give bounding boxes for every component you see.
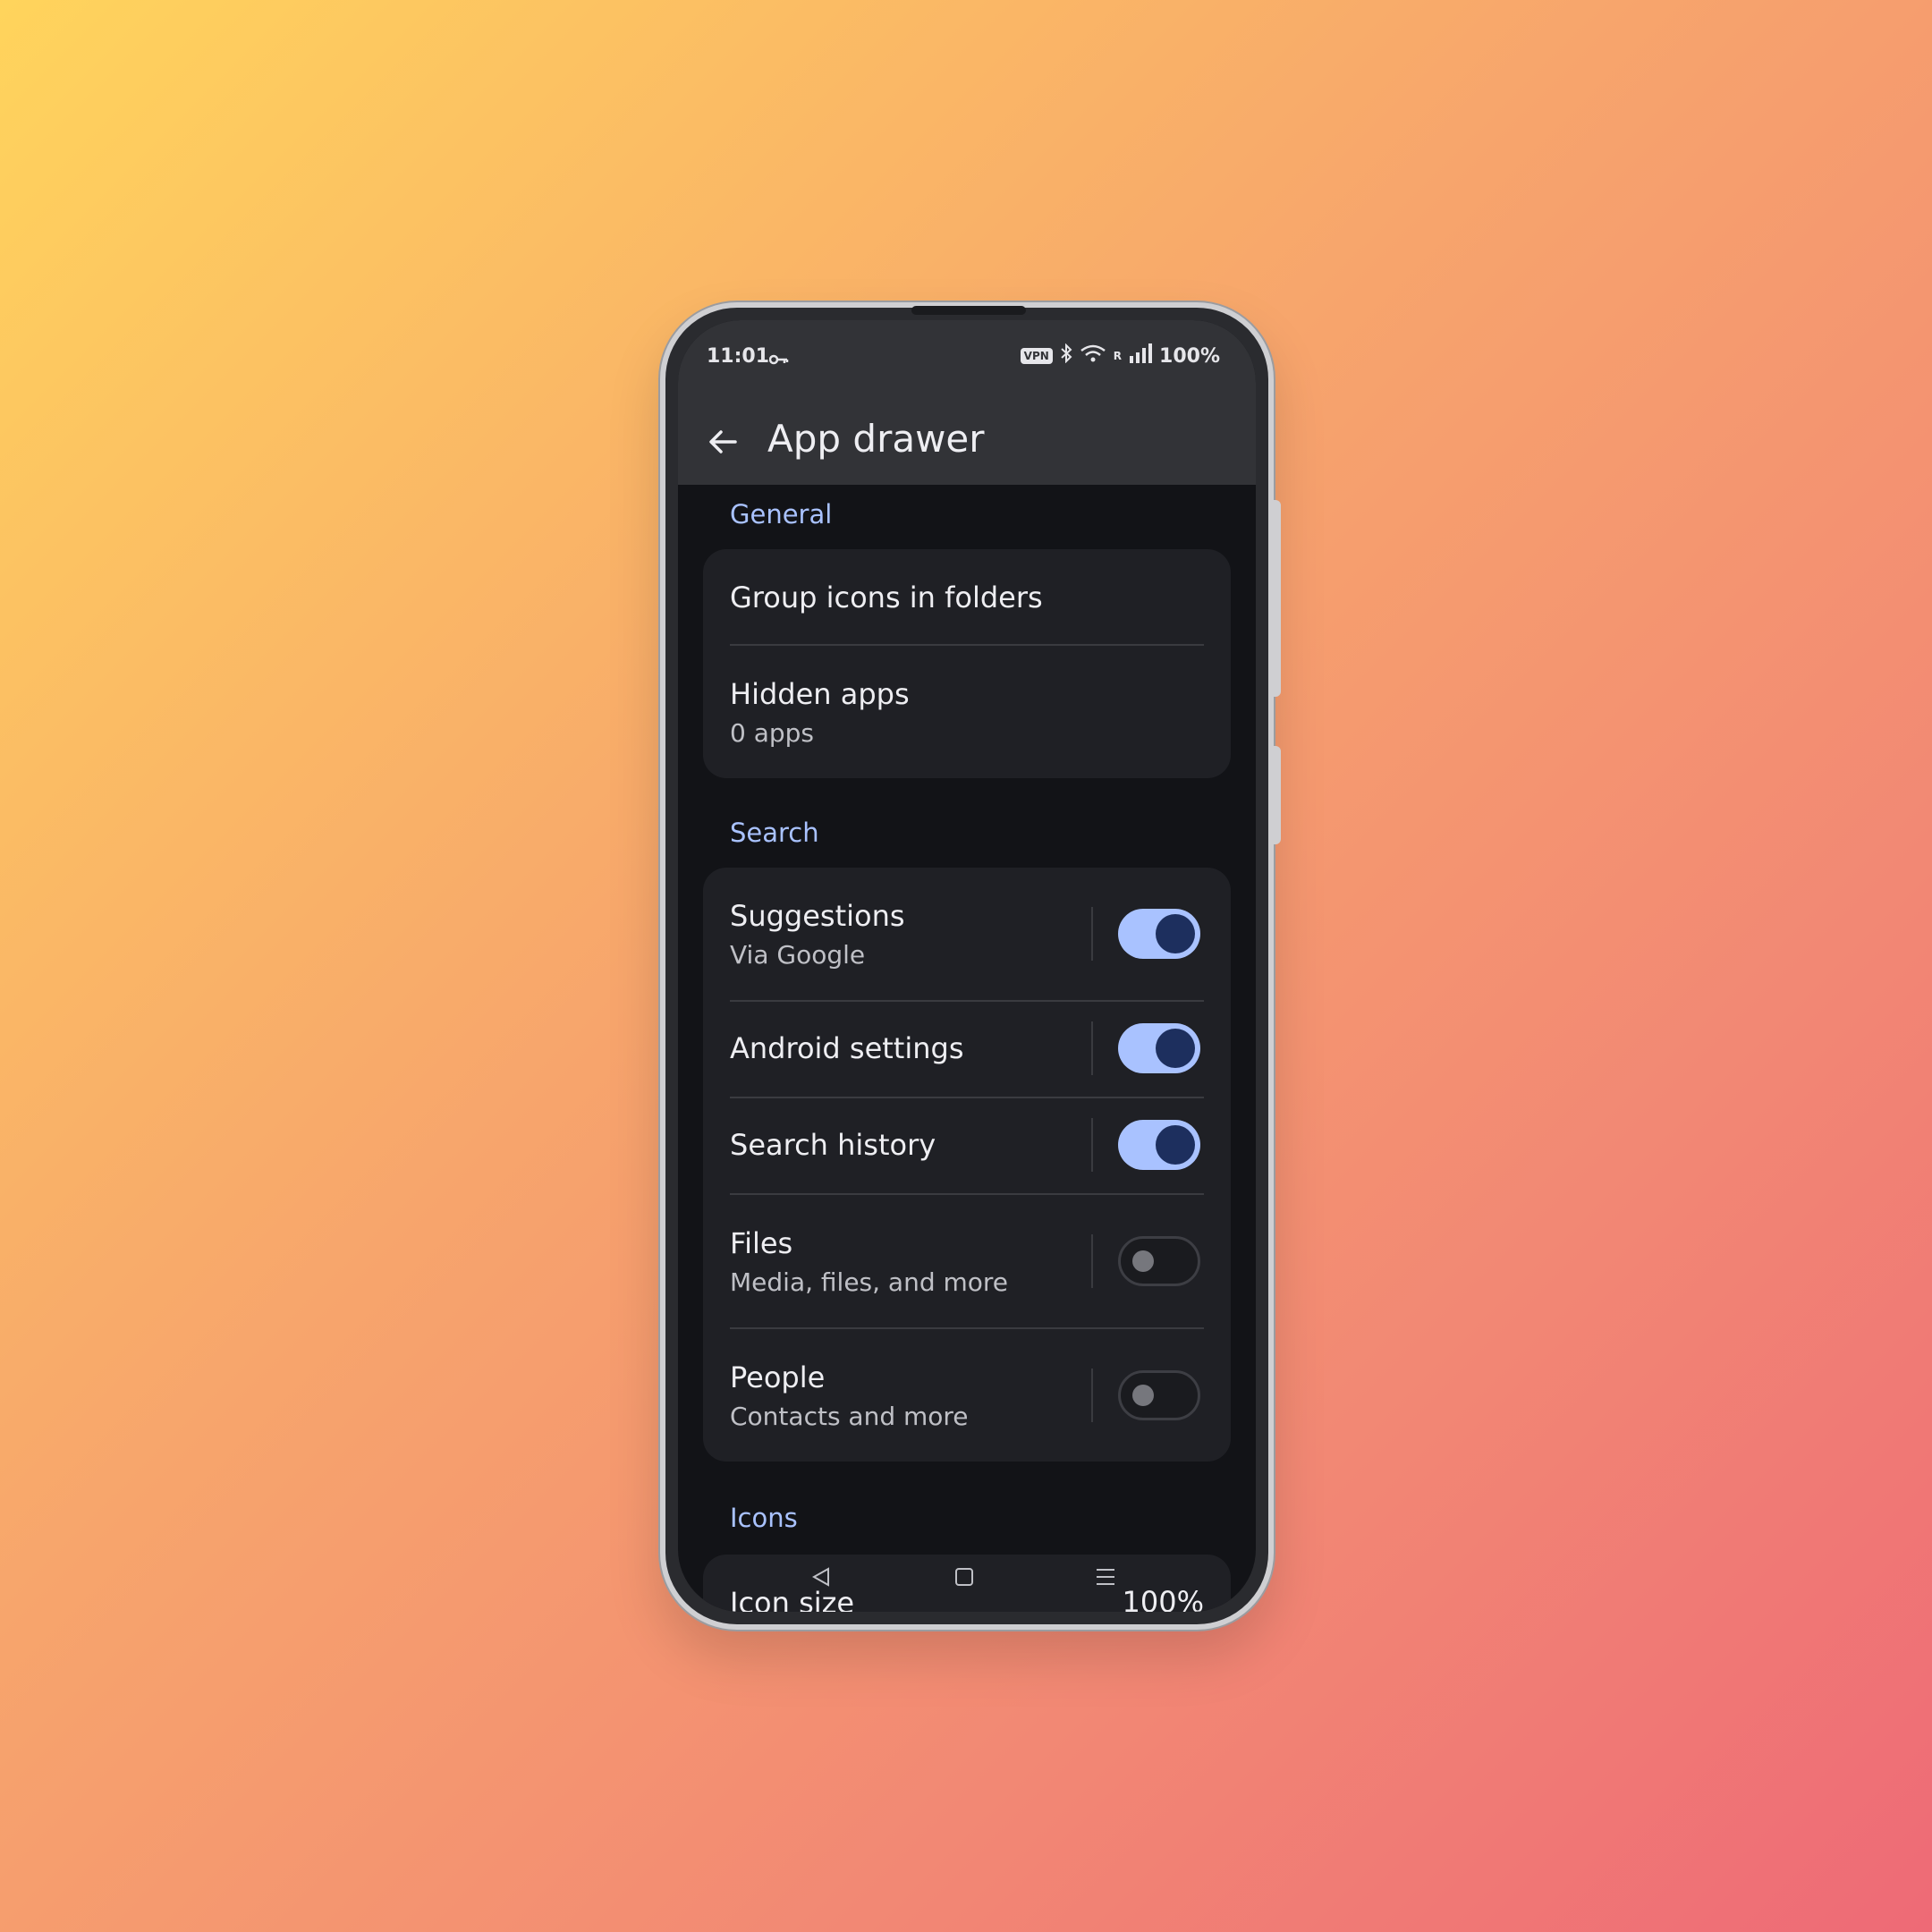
status-icons: VPN R 100%	[1020, 343, 1220, 369]
volume-button	[1274, 500, 1281, 697]
vertical-divider	[1091, 907, 1093, 961]
search-card: Suggestions Via Google Android settings …	[703, 868, 1231, 1462]
wifi-icon	[1080, 343, 1106, 369]
files-toggle[interactable]	[1118, 1236, 1200, 1286]
status-bar: 11:01 VPN R 100%	[678, 320, 1256, 388]
battery-percentage: 100%	[1159, 344, 1220, 368]
hidden-apps-item[interactable]: Hidden apps 0 apps	[730, 676, 1204, 751]
vertical-divider	[1091, 1118, 1093, 1172]
power-button	[1274, 746, 1281, 844]
hidden-apps-title: Hidden apps	[730, 677, 910, 711]
nav-back-icon[interactable]	[810, 1563, 832, 1595]
section-title-general: General	[730, 499, 833, 530]
earpiece-speaker	[911, 306, 1026, 315]
roaming-indicator: R	[1113, 350, 1123, 362]
navigation-bar	[678, 1563, 1256, 1590]
bluetooth-icon	[1060, 343, 1072, 369]
signal-icon	[1129, 343, 1153, 369]
phone-screen: 11:01 VPN R 100% App drawer General Grou…	[678, 320, 1256, 1612]
toggle-knob	[1156, 914, 1195, 953]
toggle-knob	[1132, 1385, 1154, 1406]
vpn-key-icon	[768, 349, 789, 370]
divider	[730, 1097, 1204, 1098]
hidden-apps-subtitle: 0 apps	[730, 718, 815, 748]
suggestions-toggle[interactable]	[1118, 909, 1200, 959]
back-arrow-icon[interactable]	[705, 424, 741, 460]
people-toggle[interactable]	[1118, 1370, 1200, 1420]
vertical-divider	[1091, 1021, 1093, 1075]
toggle-knob	[1156, 1125, 1195, 1165]
nav-home-icon[interactable]	[953, 1563, 975, 1595]
general-card: Group icons in folders Hidden apps 0 app…	[703, 549, 1231, 778]
divider	[730, 1327, 1204, 1329]
vertical-divider	[1091, 1368, 1093, 1422]
divider	[730, 1193, 1204, 1195]
phone-frame: 11:01 VPN R 100% App drawer General Grou…	[660, 302, 1281, 1630]
toggle-knob	[1156, 1029, 1195, 1068]
search-history-toggle[interactable]	[1118, 1120, 1200, 1170]
page-title: App drawer	[767, 417, 985, 461]
app-bar: 11:01 VPN R 100% App drawer	[678, 320, 1256, 485]
toggle-knob	[1132, 1250, 1154, 1272]
divider	[730, 644, 1204, 646]
vpn-badge: VPN	[1020, 348, 1053, 364]
group-icons-title: Group icons in folders	[730, 580, 1043, 614]
nav-menu-icon[interactable]	[1095, 1563, 1116, 1595]
divider	[730, 1000, 1204, 1002]
vertical-divider	[1091, 1234, 1093, 1288]
android-settings-toggle[interactable]	[1118, 1023, 1200, 1073]
section-title-icons: Icons	[730, 1503, 798, 1533]
settings-list: General Group icons in folders Hidden ap…	[678, 485, 1256, 1612]
group-icons-in-folders-item[interactable]: Group icons in folders	[730, 580, 1204, 615]
section-title-search: Search	[730, 818, 819, 848]
status-time: 11:01	[707, 345, 770, 368]
